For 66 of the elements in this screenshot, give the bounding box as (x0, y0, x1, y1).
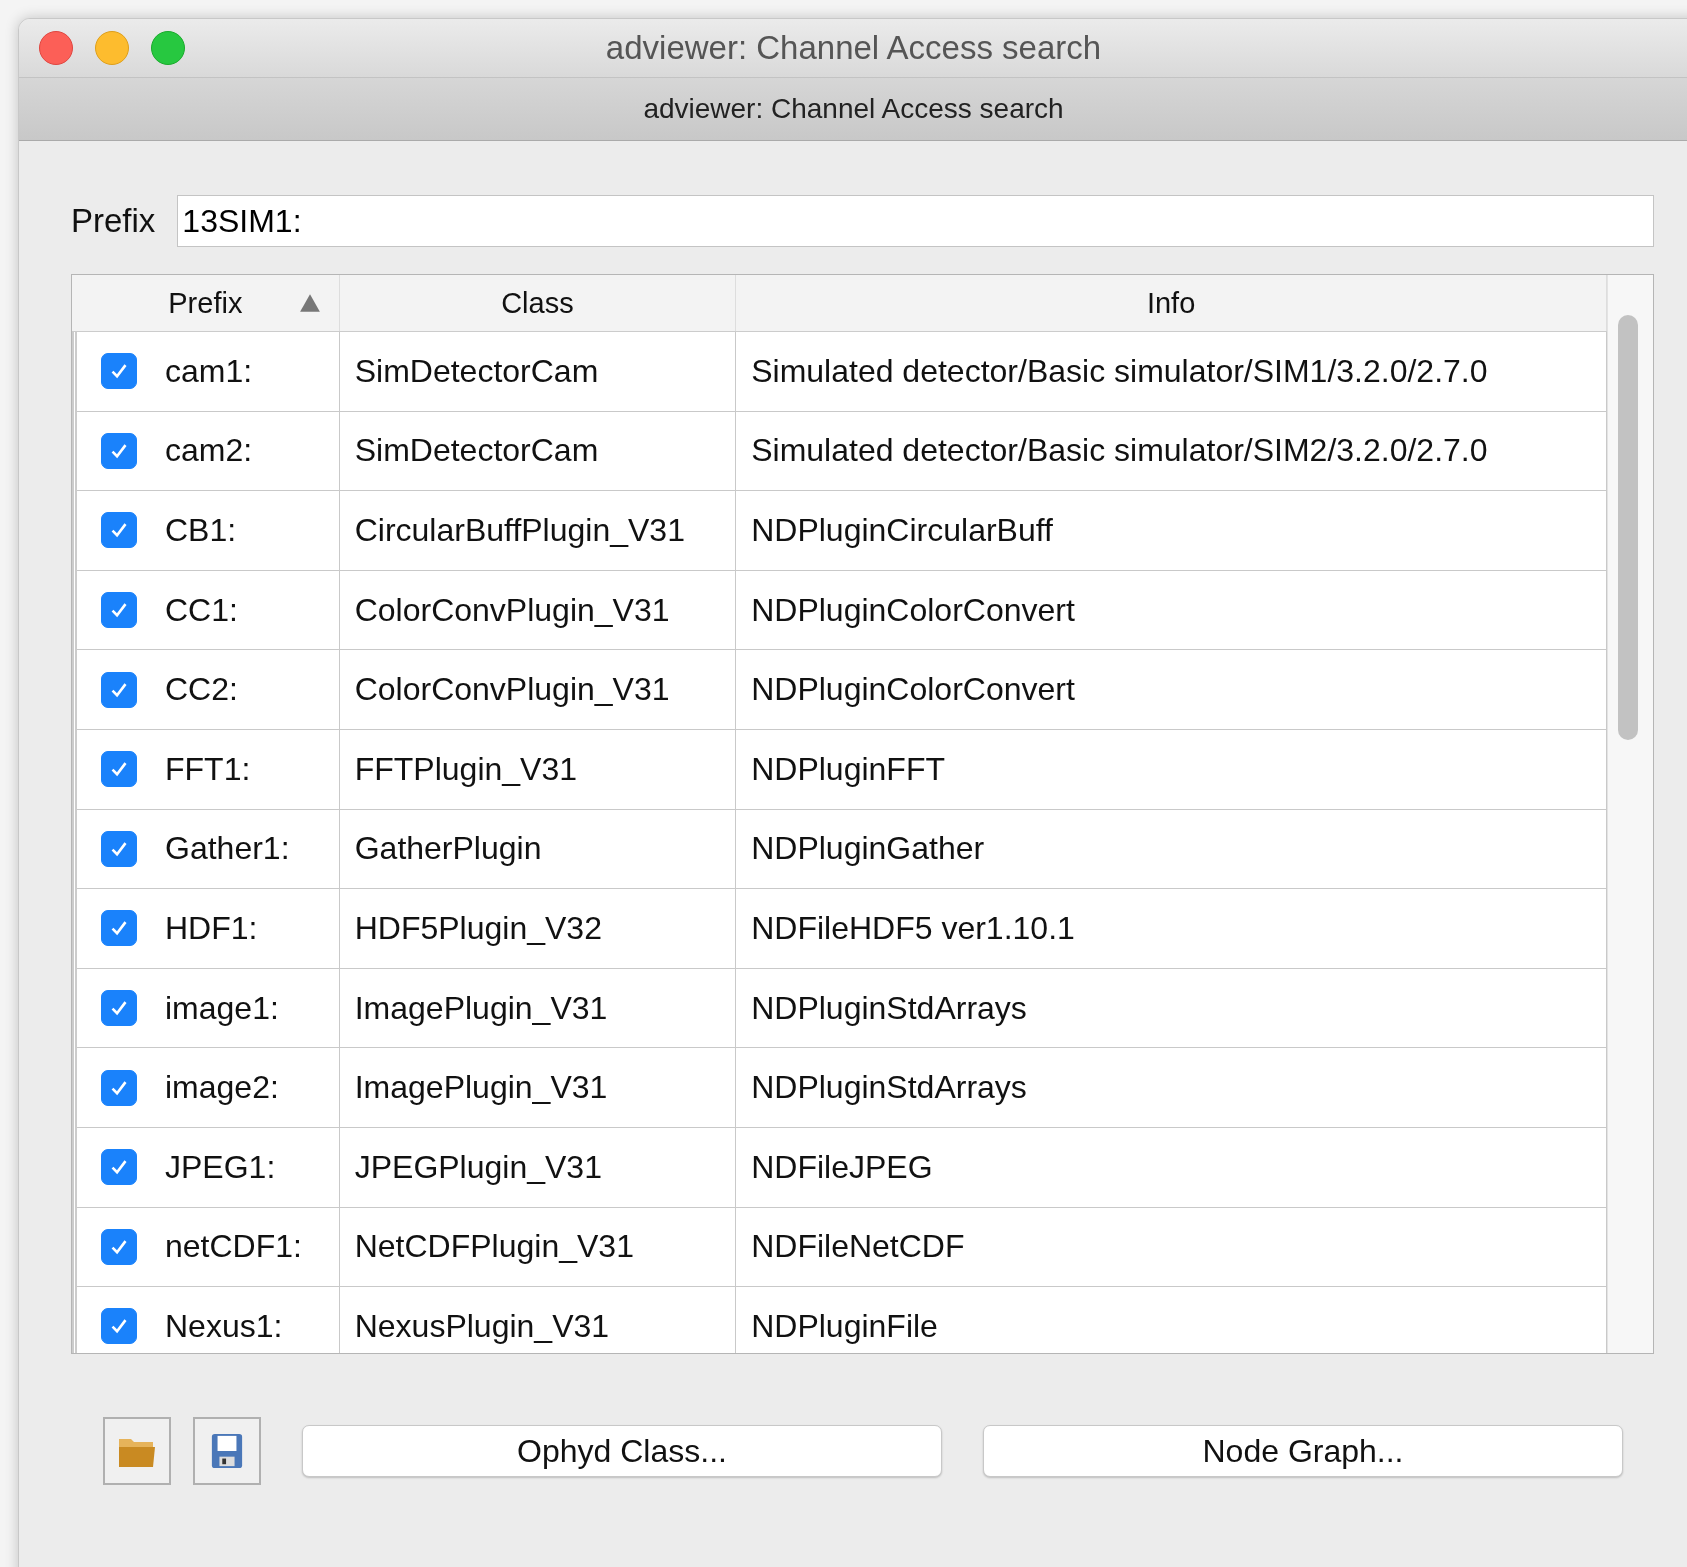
prefix-field[interactable]: 13SIM1: (177, 195, 1654, 247)
table-cell: cam2: (165, 432, 253, 470)
checkbox[interactable] (101, 1149, 137, 1186)
table-cell: NetCDFPlugin_V31 (354, 1228, 634, 1266)
close-icon[interactable] (39, 31, 73, 65)
dialog-title: adviewer: Channel Access search (643, 93, 1064, 125)
table-cell: CC1: (165, 591, 238, 629)
column-header[interactable]: Prefix (72, 275, 340, 331)
table-cell: Simulated detector/Basic simulator/SIM2/3.2.0/2.7.0 (751, 432, 1488, 470)
table-cell: NDFileJPEG (751, 1148, 933, 1186)
table-cell: image2: (165, 1069, 279, 1107)
table-cell: SimDetectorCam (354, 432, 599, 470)
table-cell: NDFileHDF5 ver1.10.1 (751, 909, 1075, 947)
table-cell: Nexus1: (165, 1307, 283, 1345)
table-cell: NDFileNetCDF (751, 1228, 965, 1266)
prefix-label: Prefix (71, 202, 156, 240)
table-cell: NDPluginGather (751, 830, 985, 868)
checkbox[interactable] (101, 751, 137, 788)
table-cell: HDF5Plugin_V32 (354, 909, 602, 947)
checkbox[interactable] (101, 1069, 137, 1106)
table-cell: FFTPlugin_V31 (354, 750, 577, 788)
push-button[interactable]: Ophyd Class... (302, 1425, 942, 1477)
table-cell: ColorConvPlugin_V31 (354, 591, 670, 629)
checkbox[interactable] (101, 1308, 137, 1345)
table-cell: CircularBuffPlugin_V31 (354, 512, 685, 549)
table-cell: ImagePlugin_V31 (354, 989, 608, 1027)
checkbox[interactable] (101, 910, 137, 947)
table-cell: JPEG1: (165, 1148, 276, 1186)
table-cell: SimDetectorCam (354, 352, 599, 390)
checkbox[interactable] (101, 353, 137, 390)
scrollbar-thumb[interactable] (1618, 315, 1639, 740)
table-cell: NDPluginCircularBuff (751, 512, 1053, 549)
column-header[interactable]: Class (339, 275, 737, 331)
open-button[interactable] (103, 1417, 171, 1485)
table-cell: NDPluginColorConvert (751, 671, 1075, 709)
table-cell: NDPluginStdArrays (751, 1069, 1027, 1107)
checkbox[interactable] (101, 671, 137, 708)
table-cell: NDPluginFile (751, 1307, 938, 1345)
checkbox[interactable] (101, 432, 137, 469)
checkbox[interactable] (101, 990, 137, 1027)
save-button[interactable] (193, 1417, 261, 1485)
table-cell: ColorConvPlugin_V31 (354, 671, 670, 709)
table-cell: Gather1: (165, 830, 290, 868)
table-cell: HDF1: (165, 909, 258, 947)
table-cell: NDPluginStdArrays (751, 989, 1027, 1027)
checkbox[interactable] (101, 1228, 137, 1265)
table-cell: GatherPlugin (354, 830, 542, 868)
zoom-icon[interactable] (151, 31, 185, 65)
table-cell: NexusPlugin_V31 (354, 1307, 610, 1345)
table-cell: CB1: (165, 512, 237, 549)
table-cell: ImagePlugin_V31 (354, 1069, 608, 1107)
scrollbar[interactable] (1607, 275, 1653, 1353)
table-cell: NDPluginColorConvert (751, 591, 1075, 629)
checkbox[interactable] (101, 512, 137, 549)
checkbox[interactable] (101, 830, 137, 867)
table-cell: image1: (165, 989, 279, 1027)
table-cell: netCDF1: (165, 1228, 302, 1266)
table-cell: FFT1: (165, 750, 251, 788)
table-cell: JPEGPlugin_V31 (354, 1148, 602, 1186)
checkbox[interactable] (101, 592, 137, 629)
table-cell: Simulated detector/Basic simulator/SIM1/3.2.0/2.7.0 (751, 352, 1488, 390)
table-cell: NDPluginFFT (751, 750, 945, 788)
table-cell: cam1: (165, 352, 253, 390)
window-title: adviewer: Channel Access search (605, 29, 1102, 67)
push-button[interactable]: Node Graph... (983, 1425, 1623, 1477)
table-cell: CC2: (165, 671, 238, 709)
